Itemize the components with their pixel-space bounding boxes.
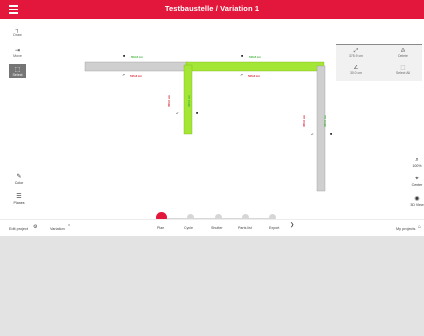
zoom-button[interactable]: ⌕ 100% <box>408 157 424 168</box>
drawing-canvas[interactable]: ┐ Draw ⇥ Move ⬚ Select ■ 503.8 cm ↗ 545.… <box>0 19 424 219</box>
dimensions-button[interactable]: ⤢ 375.9 cm <box>341 48 371 58</box>
dimension-label[interactable]: 350.0 cm <box>302 115 306 127</box>
delete-button[interactable]: ♳ Delete <box>388 48 418 58</box>
3d-view-button[interactable]: ◉ 3D View <box>408 196 424 207</box>
lock-icon[interactable]: ■ <box>123 54 125 58</box>
step-label-shutter[interactable]: Shutter <box>211 226 223 230</box>
my-projects-link[interactable]: My projects <box>396 227 415 231</box>
dimension-label[interactable]: 526.8 cm <box>248 74 260 78</box>
wall-top-left[interactable] <box>84 61 189 72</box>
step-label-plan[interactable]: Plan <box>157 226 164 230</box>
layers-icon: ☰ <box>16 194 22 200</box>
variation-label[interactable]: Variation <box>50 227 65 231</box>
lock-icon[interactable]: ■ <box>241 54 243 58</box>
center-icon: ⌖ <box>415 176 419 182</box>
angle-button[interactable]: ∠ 30.0 cm <box>341 65 371 75</box>
dimension-label[interactable]: 545.8 cm <box>130 74 142 78</box>
dimension-label[interactable]: 325.0 cm <box>323 115 327 127</box>
details-panel <box>0 236 424 336</box>
cube-icon: ◉ <box>414 196 420 202</box>
home-icon[interactable]: ⌂ <box>418 224 421 230</box>
dimension-label[interactable]: 546.8 cm <box>249 55 261 59</box>
gear-icon[interactable]: ⚙ <box>33 224 37 230</box>
select-all-button[interactable]: ⬚ Select All <box>388 65 418 75</box>
planes-button[interactable]: ☰ Planes <box>10 194 28 205</box>
measure-arrow-icon[interactable]: ↙ <box>176 111 179 115</box>
measure-arrow-icon[interactable]: ↙ <box>311 132 314 136</box>
dimension-label[interactable]: 503.8 cm <box>131 55 143 59</box>
edit-project-link[interactable]: Edit project <box>9 227 28 231</box>
step-label-export[interactable]: Export <box>269 226 279 230</box>
step-label-cycle[interactable]: Cycle <box>184 226 193 230</box>
lock-icon[interactable]: ■ <box>196 111 198 115</box>
wall-top-right[interactable] <box>185 61 325 72</box>
step-label-parts-list[interactable]: Parts list <box>238 226 252 230</box>
title-bar: Testbaustelle / Variation 1 <box>0 0 424 19</box>
measure-arrow-icon[interactable]: ↗ <box>122 73 125 77</box>
page-title: Testbaustelle / Variation 1 <box>164 4 260 13</box>
dimension-label[interactable]: 350.0 cm <box>167 95 171 107</box>
selection-panel: ⤢ 375.9 cm ♳ Delete ∠ 30.0 cm ⬚ Select A… <box>336 44 422 81</box>
zoom-icon: ⌕ <box>415 157 419 163</box>
chevron-right-icon[interactable]: ❯ <box>290 222 294 228</box>
lock-icon[interactable]: ■ <box>330 132 332 136</box>
brush-icon: ✎ <box>16 174 22 180</box>
color-button[interactable]: ✎ Color <box>10 174 28 185</box>
center-button[interactable]: ⌖ Center <box>408 176 424 187</box>
chevron-up-icon[interactable]: ⌃ <box>67 224 71 230</box>
dimension-label[interactable]: 325.0 cm <box>187 95 191 107</box>
measure-arrow-icon[interactable]: ↗ <box>240 73 243 77</box>
wall-vertical-right[interactable] <box>316 65 326 192</box>
